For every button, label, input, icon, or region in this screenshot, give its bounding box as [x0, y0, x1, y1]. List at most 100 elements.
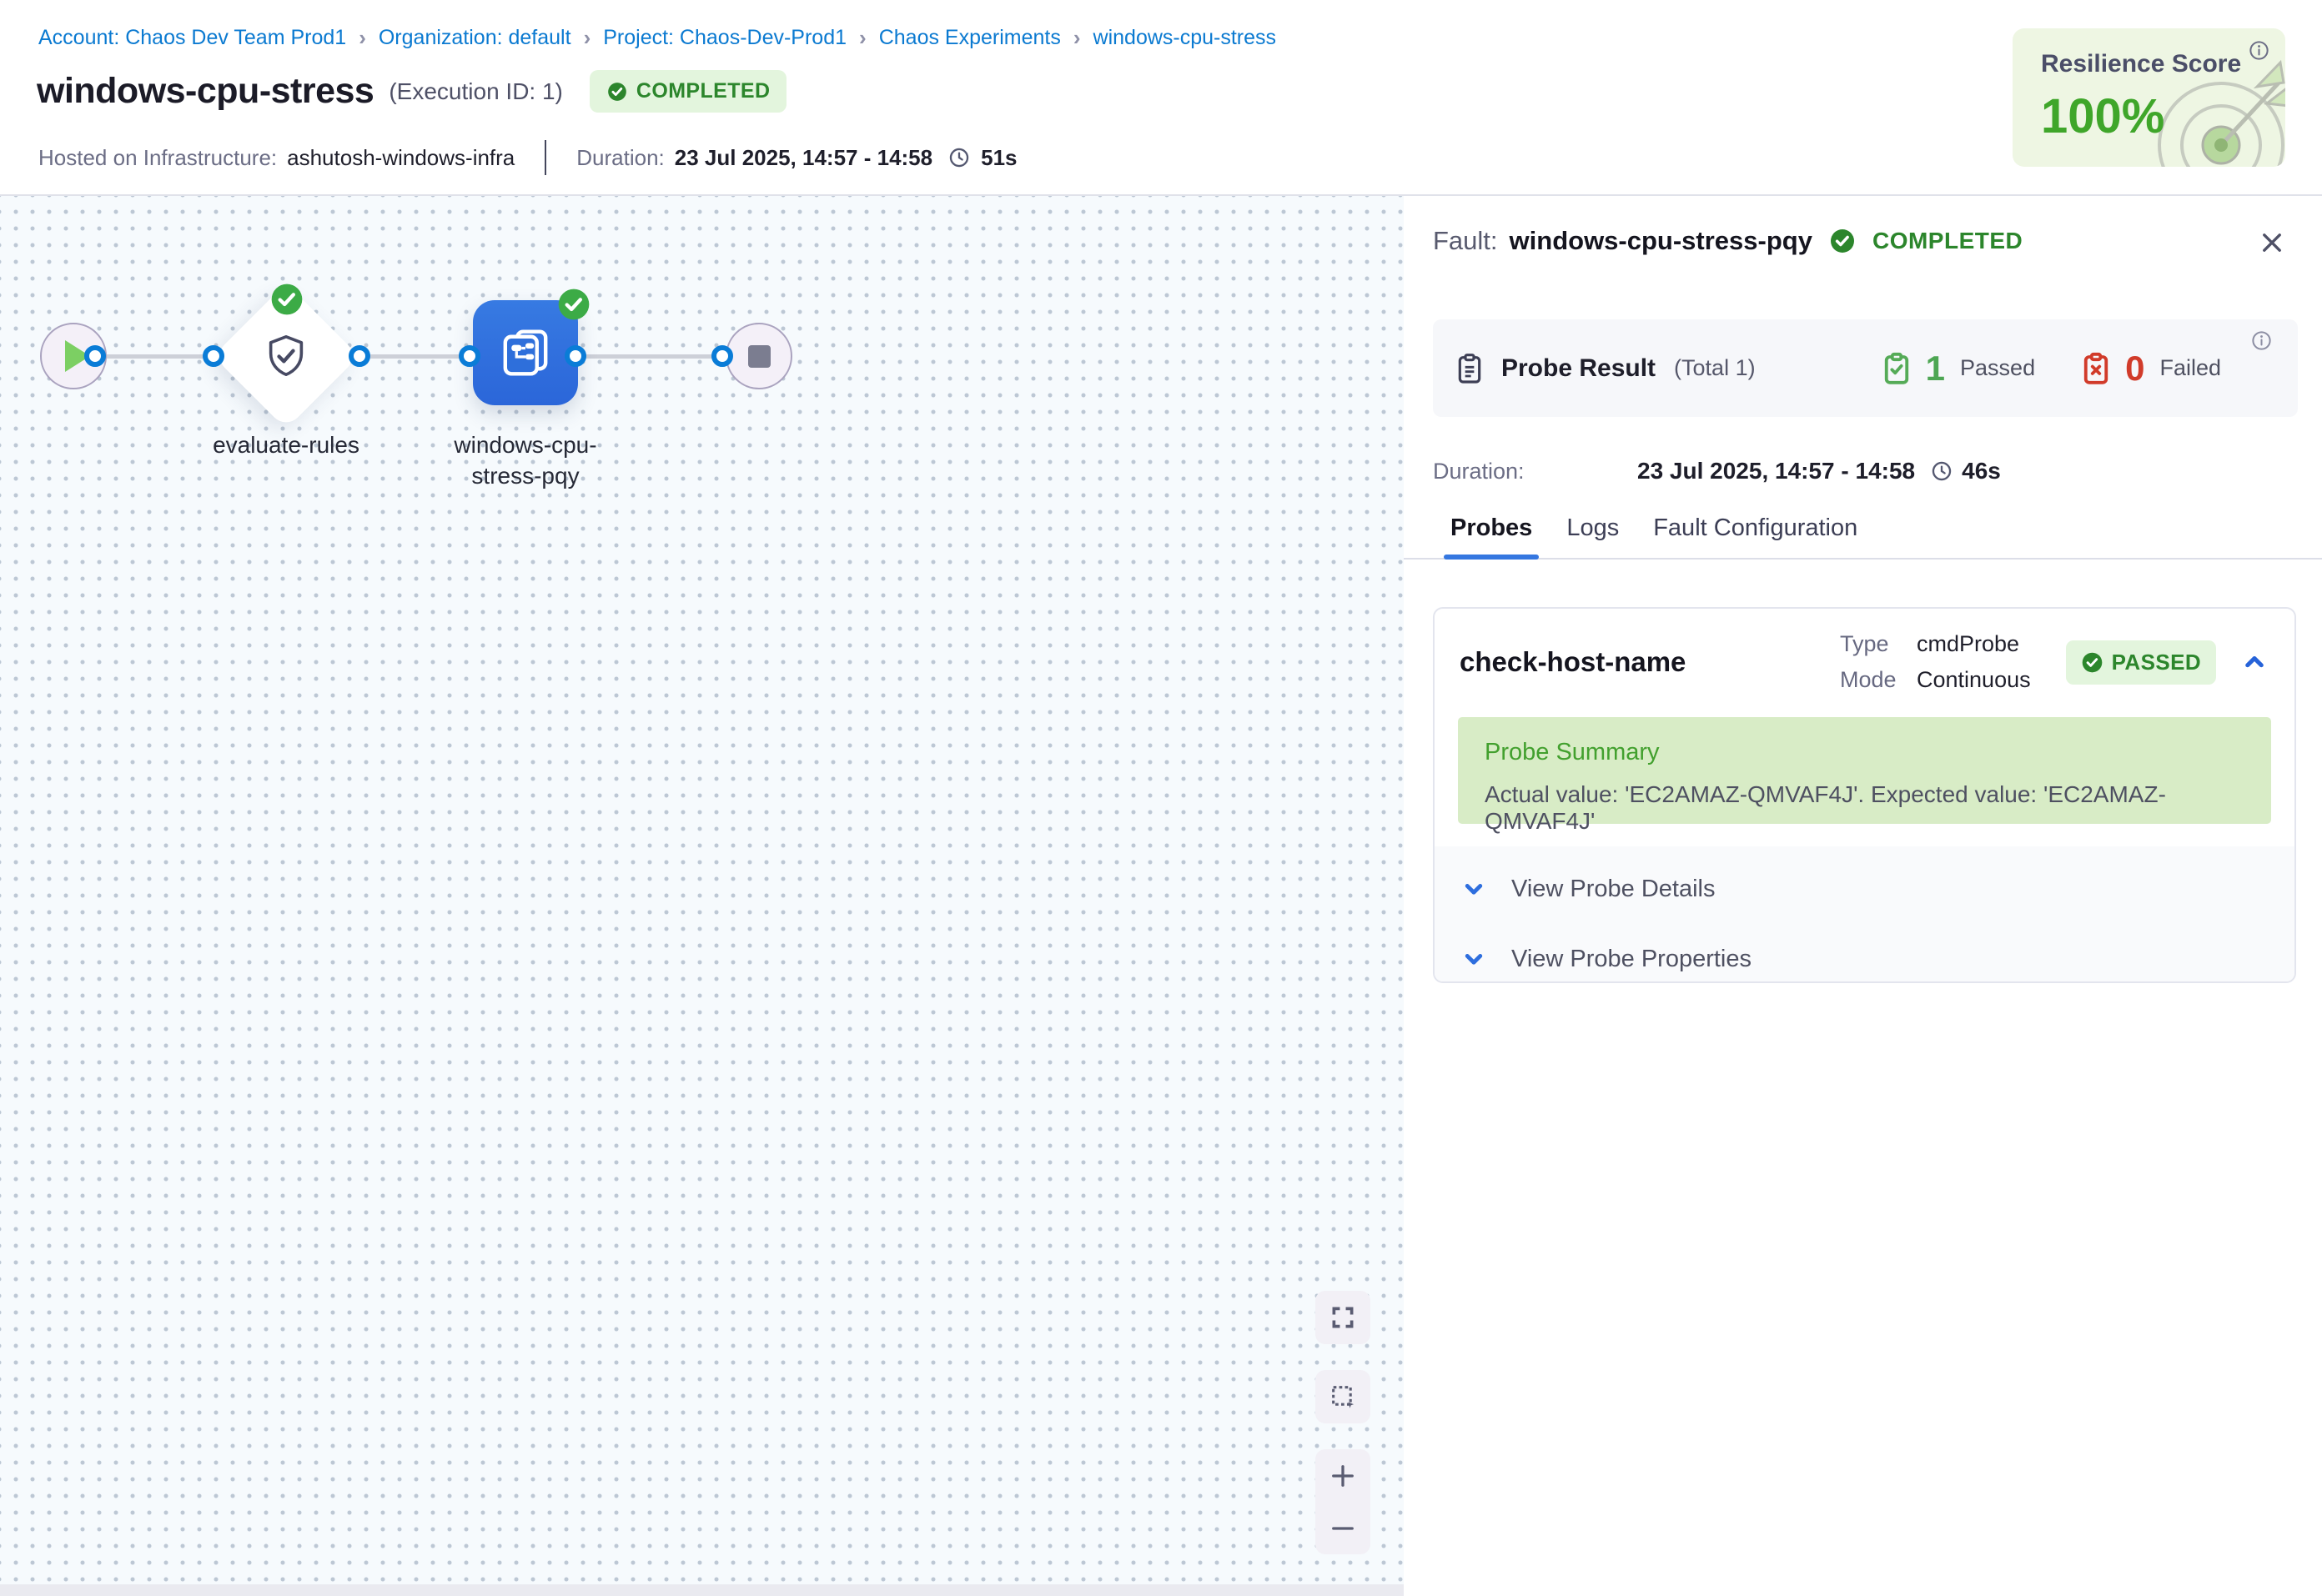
view-probe-properties-label: View Probe Properties: [1511, 946, 1752, 973]
probe-result-total: (Total 1): [1674, 355, 1756, 381]
probe-card-header[interactable]: check-host-name Type cmdProbe Mode Conti…: [1435, 609, 2294, 715]
pipeline-end-node[interactable]: [726, 323, 792, 389]
info-icon[interactable]: [2250, 329, 2273, 352]
clock-icon: [1930, 459, 1953, 483]
resilience-score-value: 100%: [2041, 88, 2164, 144]
probe-mode-value: Continuous: [1917, 667, 2031, 693]
probe-status-label: PASSED: [2112, 650, 2201, 675]
probe-type-value: cmdProbe: [1917, 631, 2019, 657]
execution-id: (Execution ID: 1): [389, 78, 563, 105]
passed-label: Passed: [1960, 355, 2035, 381]
chevron-down-icon: [1460, 945, 1488, 973]
close-panel-button[interactable]: [2254, 224, 2290, 261]
breadcrumb-account-link[interactable]: Account: Chaos Dev Team Prod1: [38, 26, 346, 50]
node-success-badge-icon: [557, 288, 591, 321]
fault-panel-header: Fault: windows-cpu-stress-pqy COMPLETED: [1433, 226, 2023, 256]
experiment-status-label: COMPLETED: [636, 79, 771, 103]
stop-icon: [748, 345, 771, 368]
probe-mode-row: Mode Continuous: [1840, 667, 2031, 693]
probe-result-title: Probe Result: [1501, 354, 1656, 383]
passed-count-group: 1 Passed: [1879, 349, 2035, 389]
page-title: windows-cpu-stress: [37, 71, 374, 112]
duration-label: Duration:: [576, 145, 665, 171]
failed-label: Failed: [2159, 355, 2221, 381]
chaos-fault-icon: [498, 325, 553, 380]
chaos-experiment-run-page: Account: Chaos Dev Team Prod1 › Organiza…: [0, 0, 2322, 1596]
connector-port: [459, 345, 480, 367]
view-probe-details-label: View Probe Details: [1511, 876, 1715, 903]
probe-summary-box: Probe Summary Actual value: 'EC2AMAZ-QMV…: [1458, 717, 2271, 824]
marquee-select-icon: [1329, 1383, 1357, 1411]
zoom-out-button[interactable]: [1328, 1513, 1358, 1543]
probe-result-counts: 1 Passed 0 Failed: [1879, 349, 2221, 389]
shield-check-icon: [262, 332, 310, 380]
page-header: Account: Chaos Dev Team Prod1 › Organiza…: [0, 0, 2322, 196]
probe-card-footer: View Probe Details View Probe Properties: [1435, 846, 2294, 981]
breadcrumb-separator-icon: ›: [584, 25, 591, 51]
passed-count: 1: [1926, 349, 1945, 389]
tab-fault-configuration[interactable]: Fault Configuration: [1653, 506, 1857, 558]
zoom-controls: [1315, 1449, 1370, 1554]
breadcrumb-project-link[interactable]: Project: Chaos-Dev-Prod1: [603, 26, 847, 50]
probe-type-label: Type: [1840, 631, 1917, 657]
failed-count: 0: [2125, 349, 2144, 389]
experiment-meta-row: Hosted on Infrastructure: ashutosh-windo…: [38, 140, 1018, 175]
meta-divider: [545, 140, 546, 175]
breadcrumb-current-experiment[interactable]: windows-cpu-stress: [1093, 26, 1277, 50]
tab-logs[interactable]: Logs: [1566, 506, 1619, 558]
view-probe-details-toggle[interactable]: View Probe Details: [1460, 871, 2269, 906]
tab-probes[interactable]: Probes: [1450, 506, 1532, 558]
experiment-title-row: windows-cpu-stress (Execution ID: 1) COM…: [37, 70, 787, 113]
tab-probes-label: Probes: [1450, 514, 1532, 541]
fault-label: Fault:: [1433, 226, 1498, 256]
connector-port: [565, 345, 586, 367]
probe-summary-text: Actual value: 'EC2AMAZ-QMVAF4J'. Expecte…: [1485, 781, 2244, 835]
node-success-badge-icon: [270, 283, 304, 316]
marquee-select-button[interactable]: [1315, 1370, 1370, 1423]
check-circle-icon: [1829, 228, 1856, 254]
fault-details-panel: Fault: windows-cpu-stress-pqy COMPLETED …: [1404, 196, 2322, 1596]
fault-duration-value: 23 Jul 2025, 14:57 - 14:58: [1637, 458, 1915, 484]
pipeline-edge: [359, 354, 473, 359]
info-icon[interactable]: [2248, 39, 2270, 62]
canvas-horizontal-scrollbar[interactable]: [0, 1584, 1404, 1596]
duration-value: 23 Jul 2025, 14:57 - 14:58: [675, 145, 932, 171]
evaluate-rules-label: evaluate-rules: [161, 429, 411, 460]
connector-port: [711, 345, 733, 367]
active-tab-underline: [1444, 555, 1539, 560]
view-probe-properties-toggle[interactable]: View Probe Properties: [1460, 941, 2269, 976]
fullscreen-icon: [1329, 1303, 1357, 1332]
fault-duration-elapsed: 46s: [1962, 458, 2001, 484]
pipeline-canvas[interactable]: evaluate-rules windows-cpu-stress-pqy: [0, 196, 1404, 1596]
clipboard-check-icon: [1879, 351, 1914, 386]
collapse-probe-button[interactable]: [2239, 647, 2269, 677]
probe-type-row: Type cmdProbe: [1840, 631, 2031, 657]
breadcrumb-organization-link[interactable]: Organization: default: [379, 26, 571, 50]
fault-duration-label: Duration:: [1433, 459, 1637, 484]
connector-port: [203, 345, 224, 367]
probe-summary-title: Probe Summary: [1485, 739, 2244, 766]
probe-result-title-group: Probe Result (Total 1): [1453, 352, 1756, 385]
fullscreen-button[interactable]: [1315, 1291, 1370, 1344]
probe-status-badge: PASSED: [2066, 640, 2216, 685]
connector-port: [84, 345, 106, 367]
probe-result-summary-box: Probe Result (Total 1) 1 Passed 0 Failed: [1433, 319, 2298, 417]
resilience-score-card: Resilience Score 100%: [2013, 28, 2285, 167]
zoom-in-button[interactable]: [1328, 1461, 1358, 1491]
experiment-status-badge: COMPLETED: [590, 70, 787, 113]
chevron-down-icon: [1460, 875, 1488, 903]
infra-value: ashutosh-windows-infra: [287, 145, 515, 171]
fault-status-label: COMPLETED: [1872, 228, 2023, 254]
pipeline-edge: [575, 354, 727, 359]
probe-name: check-host-name: [1460, 646, 1686, 678]
probe-mode-label: Mode: [1840, 667, 1917, 693]
fault-duration-row: Duration: 23 Jul 2025, 14:57 - 14:58 46s: [1433, 458, 2001, 484]
breadcrumb-separator-icon: ›: [359, 25, 366, 51]
connector-port: [349, 345, 370, 367]
fault-name: windows-cpu-stress-pqy: [1510, 226, 1812, 256]
clipboard-icon: [1453, 352, 1486, 385]
failed-count-group: 0 Failed: [2078, 349, 2221, 389]
breadcrumb-chaos-experiments-link[interactable]: Chaos Experiments: [879, 26, 1061, 50]
breadcrumb-separator-icon: ›: [1073, 25, 1081, 51]
clipboard-x-icon: [2078, 351, 2113, 386]
